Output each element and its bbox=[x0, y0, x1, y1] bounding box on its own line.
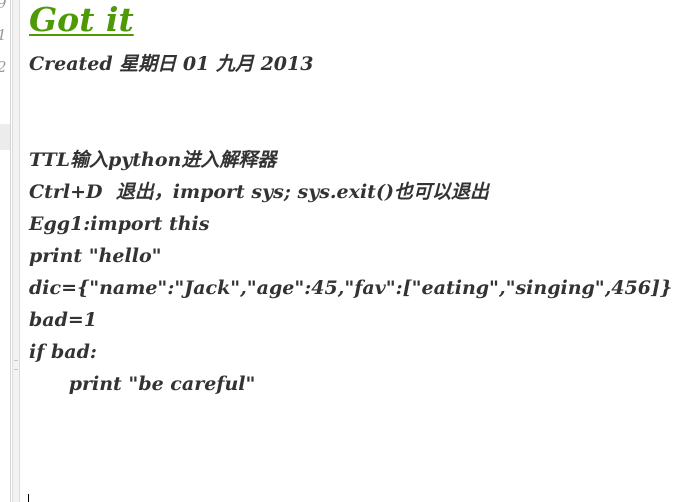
current-line-highlight bbox=[0, 124, 10, 150]
text-line[interactable]: dic={"name":"Jack","age":45,"fav":["eati… bbox=[29, 274, 672, 302]
pane-splitter[interactable] bbox=[12, 0, 20, 502]
text-cursor bbox=[28, 494, 29, 502]
text-line[interactable]: print "be careful" bbox=[29, 370, 256, 398]
text-line[interactable]: TTL输入python进入解释器 bbox=[29, 146, 276, 174]
created-date: Created 星期日 01 九月 2013 bbox=[29, 53, 314, 75]
notebook-window: 9 1 2 Got it Created 星期日 01 九月 2013 TTL输… bbox=[0, 0, 696, 502]
text-line[interactable]: bad=1 bbox=[29, 306, 97, 334]
text-line[interactable]: Ctrl+D 退出，import sys; sys.exit()也可以退出 bbox=[29, 178, 489, 206]
text-line[interactable]: print "hello" bbox=[29, 242, 162, 270]
line-number: 9 bbox=[0, 0, 7, 12]
page-title: Got it bbox=[29, 0, 134, 39]
line-number: 1 bbox=[0, 26, 7, 44]
line-number: 2 bbox=[0, 58, 7, 76]
text-line[interactable]: if bad: bbox=[29, 338, 97, 366]
text-line[interactable]: Egg1:import this bbox=[29, 210, 209, 238]
splitter-grip-icon[interactable] bbox=[14, 360, 18, 370]
line-number-gutter: 9 1 2 bbox=[0, 0, 11, 502]
